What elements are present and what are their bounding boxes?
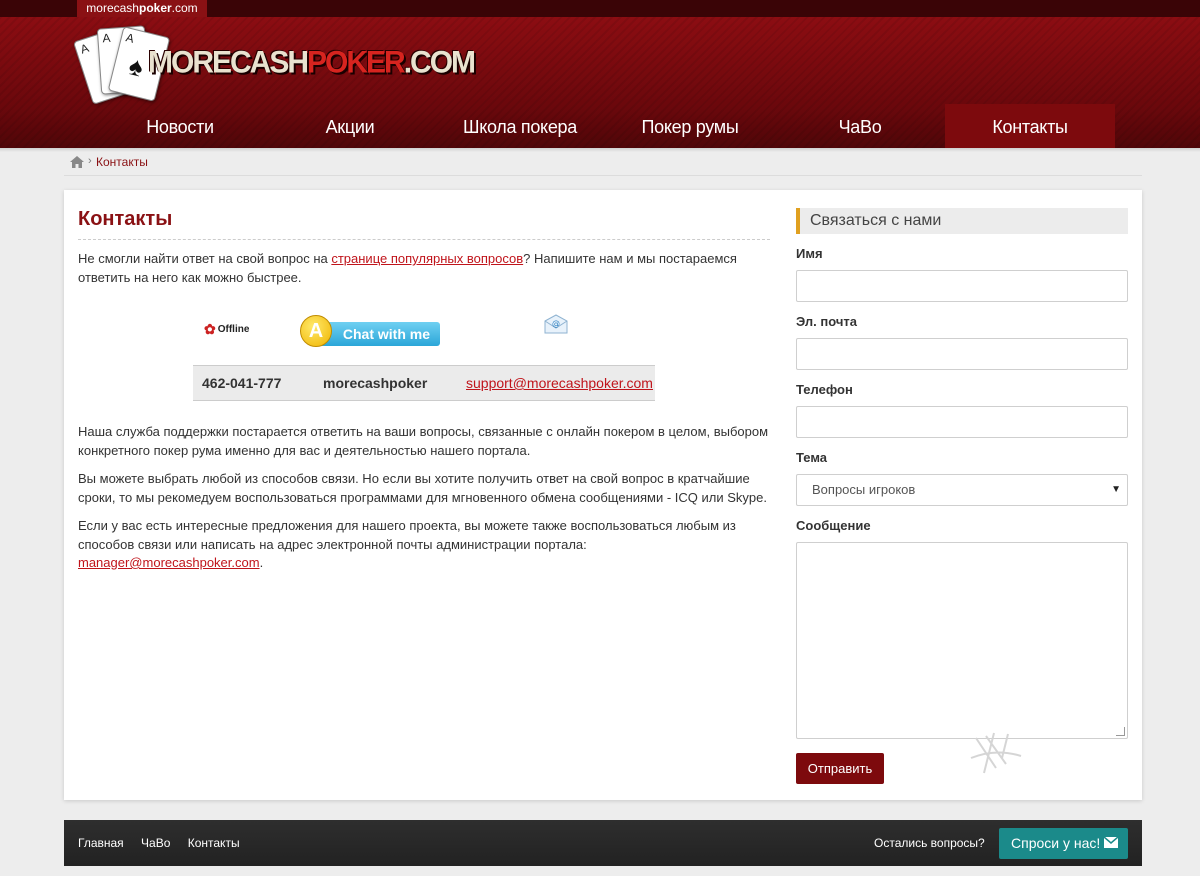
name-label: Имя — [796, 246, 823, 261]
support-paragraph: Наша служба поддержки постарается ответи… — [78, 424, 769, 458]
footer: Главная ЧаВо Контакты Остались вопросы? … — [64, 820, 1142, 866]
footer-link-contacts[interactable]: Контакты — [188, 836, 240, 850]
chevron-down-icon: ▼ — [1111, 484, 1121, 495]
home-icon[interactable] — [70, 156, 84, 168]
svg-text:@: @ — [552, 319, 560, 328]
proposals-paragraph: Если у вас есть интересные предложения д… — [78, 518, 736, 570]
icq-number: 462-041-777 — [202, 375, 282, 391]
nav-item-promotions[interactable]: Акции — [265, 104, 435, 148]
support-email-link[interactable]: support@morecashpoker.com — [466, 366, 653, 400]
contact-details-row: 462-041-777 morecashpoker support@moreca… — [193, 365, 655, 401]
skype-name: morecashpoker — [323, 375, 428, 391]
logo[interactable]: MORECASHPOKER.COM — [148, 45, 476, 81]
resize-handle-icon[interactable] — [1116, 727, 1125, 736]
nav-item-contacts[interactable]: Контакты — [945, 104, 1115, 148]
decorative-scribble-icon — [970, 732, 1022, 774]
footer-links: Главная ЧаВо Контакты — [78, 820, 254, 866]
icq-flower-icon: ✿ — [204, 321, 216, 337]
main-content: Контакты Не смогли найти ответ на свой в… — [78, 208, 770, 583]
footer-link-home[interactable]: Главная — [78, 836, 124, 850]
submit-button[interactable]: Отправить — [796, 753, 884, 784]
contact-methods: ✿ Offline Chat with me A @ 462-041-777 mo… — [78, 297, 770, 409]
footer-question: Остались вопросы? — [874, 836, 985, 850]
intro-text: Не смогли найти ответ на свой вопрос на … — [78, 251, 737, 285]
message-textarea[interactable] — [796, 542, 1128, 739]
nav-item-poker-school[interactable]: Школа покера — [435, 104, 605, 148]
envelope-icon — [1104, 837, 1118, 848]
page-title: Контакты — [78, 208, 770, 240]
faq-link[interactable]: странице популярных вопросов — [331, 251, 523, 266]
email-label: Эл. почта — [796, 314, 858, 329]
email-field[interactable] — [796, 338, 1128, 370]
nav-item-poker-rooms[interactable]: Покер румы — [605, 104, 775, 148]
chat-badge-icon: A — [300, 315, 332, 347]
icq-status[interactable]: ✿ Offline — [204, 321, 249, 338]
contact-form: Связаться с нами Имя Эл. почта Телефон Т… — [796, 208, 1128, 784]
contact-methods-paragraph: Вы можете выбрать любой из способов связ… — [78, 471, 767, 505]
message-label: Сообщение — [796, 518, 871, 533]
nav-item-faq[interactable]: ЧаВо — [775, 104, 945, 148]
skype-chat-button[interactable]: Chat with me A — [300, 315, 440, 347]
topic-label: Тема — [796, 450, 828, 465]
nav-item-news[interactable]: Новости — [95, 104, 265, 148]
topic-select[interactable]: Вопросы игроков ▼ — [796, 474, 1128, 506]
main-nav: Новости Акции Школа покера Покер румы Ча… — [95, 104, 1115, 148]
name-field[interactable] — [796, 270, 1128, 302]
ask-us-button[interactable]: Спроси у нас! — [999, 828, 1128, 859]
form-title: Связаться с нами — [796, 208, 1128, 234]
ask-us-label: Спроси у нас! — [1011, 835, 1101, 851]
phone-label: Телефон — [796, 382, 853, 397]
breadcrumb-separator: › — [88, 155, 92, 167]
footer-link-faq[interactable]: ЧаВо — [141, 836, 170, 850]
content-panel: Контакты Не смогли найти ответ на свой в… — [64, 190, 1142, 800]
breadcrumb: › Контакты — [64, 151, 1142, 176]
email-envelope-icon[interactable]: @ — [543, 313, 569, 335]
breadcrumb-current: Контакты — [96, 155, 148, 169]
domain-tab[interactable]: morecashpoker.com — [77, 0, 207, 17]
topic-value: Вопросы игроков — [812, 482, 916, 497]
phone-field[interactable] — [796, 406, 1128, 438]
manager-email-link[interactable]: manager@morecashpoker.com — [78, 555, 260, 570]
